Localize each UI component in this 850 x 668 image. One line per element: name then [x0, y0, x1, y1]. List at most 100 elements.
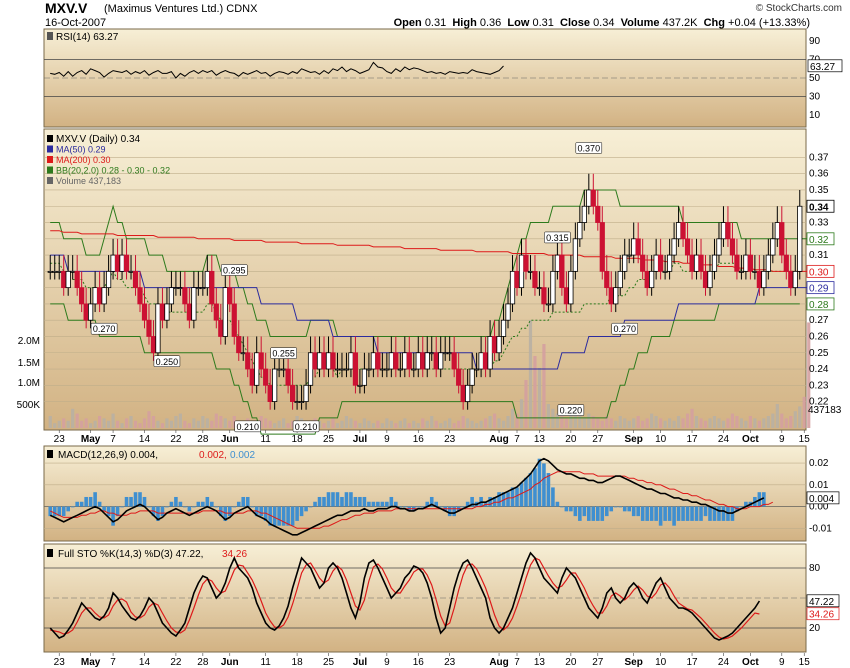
price-tick-label: 0.33	[809, 218, 829, 229]
macd-histogram-bar	[708, 506, 712, 521]
volume-bar	[394, 423, 398, 428]
x-axis-top-label: 23	[444, 434, 456, 445]
price-tick-label: 0.31	[809, 250, 829, 261]
macd-histogram-bar	[169, 501, 174, 507]
candle-body	[334, 368, 341, 371]
candle-body	[357, 384, 363, 387]
candle-body	[599, 222, 605, 272]
price-current-label: 0.28	[809, 300, 829, 311]
x-axis-bottom-label: 14	[139, 657, 151, 668]
candle-body	[254, 352, 260, 386]
candle-body	[684, 238, 691, 256]
macd-histogram-bar	[245, 496, 250, 507]
volume-bar	[542, 344, 546, 428]
macd-histogram-bar	[609, 506, 614, 512]
macd-histogram-bar	[75, 501, 79, 507]
candle-body	[783, 254, 789, 272]
candle-body	[469, 368, 475, 386]
ma50-legend: MA(50) 0.29	[56, 145, 106, 155]
x-axis-top-label: 9	[384, 434, 390, 445]
candle-body	[527, 270, 534, 273]
volume-bar	[587, 413, 591, 428]
volume-bar	[739, 418, 744, 428]
candle-body	[128, 270, 134, 273]
x-axis-top-label: 15	[799, 434, 811, 445]
macd-histogram-bar	[672, 506, 676, 526]
candle-body	[536, 287, 543, 290]
volume-bar	[196, 420, 200, 428]
candle-body	[70, 270, 76, 273]
candle-body	[393, 352, 399, 370]
candle-body	[572, 238, 578, 272]
candle-body	[397, 368, 403, 371]
volume-bar	[205, 418, 209, 428]
macd-histogram-bar	[560, 506, 564, 508]
volume-bar	[353, 420, 358, 428]
price-annotation-label: 0.220	[560, 406, 583, 416]
macd-histogram-bar	[371, 501, 376, 507]
volume-bar	[519, 399, 524, 428]
candle-body	[702, 270, 709, 289]
volume-bar	[798, 406, 802, 428]
volume-bar	[277, 420, 281, 428]
volume-bar	[156, 420, 160, 428]
candle-body	[797, 205, 803, 272]
volume-bar	[367, 420, 371, 428]
candle-body	[465, 384, 471, 402]
volume-bar	[717, 418, 721, 428]
candle-body	[209, 270, 215, 305]
candle-body	[74, 270, 80, 289]
volume-bar	[282, 418, 286, 428]
macd-histogram-bar	[210, 501, 214, 507]
macd-histogram-bar	[192, 506, 196, 508]
candle-body	[653, 254, 659, 272]
x-axis-top-label: 23	[54, 434, 66, 445]
candle-body	[505, 303, 511, 321]
macd-histogram-bar	[358, 496, 362, 507]
candle-body	[384, 368, 390, 371]
macd-histogram-bar	[160, 506, 165, 517]
price-tick-label: 0.37	[809, 152, 829, 163]
volume-bar	[627, 420, 631, 428]
macd-histogram-bar	[376, 501, 380, 507]
candle-body	[438, 352, 444, 370]
candle-body	[658, 254, 664, 272]
macd-histogram-bar	[613, 506, 618, 508]
macd-histogram-bar	[187, 506, 192, 512]
volume-bar	[106, 420, 111, 428]
candle-body	[662, 270, 668, 273]
volume-bar	[789, 416, 793, 428]
candle-body	[105, 270, 112, 289]
x-axis-top-label: Aug	[489, 434, 508, 445]
macd-histogram-bar	[93, 492, 97, 507]
volume-bar	[708, 418, 712, 428]
macd-histogram-bar	[403, 506, 407, 508]
volume-bar	[371, 423, 375, 428]
candle-body	[325, 352, 332, 370]
macd-histogram-bar	[201, 501, 205, 507]
volume-bar	[349, 418, 353, 428]
macd-histogram-bar	[667, 506, 672, 521]
candle-body	[509, 270, 516, 305]
volume-bar	[488, 416, 492, 428]
volume-bar	[439, 423, 443, 428]
macd-legend-swatch	[47, 450, 53, 458]
candle-body	[290, 384, 296, 402]
macd-histogram-bar	[699, 506, 703, 521]
volume-bar	[89, 423, 93, 428]
macd-histogram-bar	[649, 506, 654, 521]
volume-bar	[793, 411, 797, 428]
candle-body	[168, 287, 175, 305]
candle-body	[429, 352, 435, 355]
volume-bar	[331, 418, 335, 428]
volume-bar	[600, 420, 604, 428]
x-axis-bottom-label: 28	[197, 657, 209, 668]
price-annotation-label: 0.270	[613, 324, 636, 334]
x-axis-bottom-label: 16	[413, 657, 425, 668]
volume-bar	[685, 413, 690, 428]
candle-body	[518, 254, 525, 289]
x-axis-top-label: 24	[718, 434, 730, 445]
candle-body	[613, 287, 619, 305]
macd-tick-label: 0.02	[809, 458, 829, 469]
macd-histogram-bar	[618, 506, 623, 508]
